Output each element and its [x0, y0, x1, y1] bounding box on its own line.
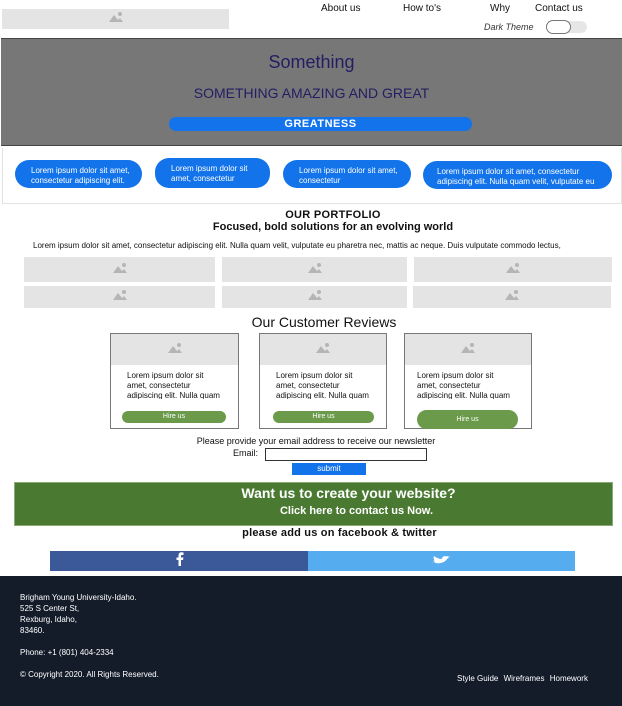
- address-line: Rexburg, Idaho,: [20, 615, 77, 624]
- submit-button[interactable]: submit: [292, 463, 366, 475]
- greatness-button[interactable]: GREATNESS: [169, 117, 472, 131]
- twitter-button[interactable]: [308, 551, 575, 571]
- social-prompt: please add us on facebook & twitter: [242, 527, 437, 539]
- twitter-icon: [431, 552, 453, 570]
- feature-pill-3[interactable]: Lorem ipsum dolor sit amet, consectetur: [283, 160, 411, 188]
- portfolio-subheading: Focused, bold solutions for an evolving …: [212, 221, 454, 233]
- portfolio-image[interactable]: [222, 257, 407, 282]
- address-line: 525 S Center St,: [20, 604, 80, 613]
- facebook-icon: [175, 551, 184, 571]
- toggle-knob: [546, 20, 571, 34]
- review-text: Lorem ipsum dolor sit amet, consectetur …: [417, 371, 510, 399]
- image-icon: [315, 341, 331, 359]
- facebook-button[interactable]: [50, 551, 308, 571]
- address-line: Brigham Young University-Idaho.: [20, 593, 137, 602]
- image-icon: [167, 341, 183, 359]
- portfolio-image[interactable]: [24, 286, 215, 308]
- email-label: Email:: [233, 448, 259, 458]
- site-footer: Brigham Young University-Idaho. 525 S Ce…: [0, 576, 622, 706]
- hero-title: Something: [268, 52, 355, 72]
- email-input[interactable]: [265, 448, 427, 461]
- banner-title: Want us to create your website?: [241, 485, 456, 501]
- review-image: [111, 334, 238, 365]
- dark-theme-label: Dark Theme: [484, 22, 534, 32]
- footer-copyright: © Copyright 2020. All Rights Reserved.: [20, 670, 159, 679]
- main-nav: About us How to's Why Contact us: [0, 0, 622, 20]
- newsletter-prompt: Please provide your email address to rec…: [196, 436, 436, 446]
- nav-about-us[interactable]: About us: [321, 3, 360, 14]
- nav-how-tos[interactable]: How to's: [403, 3, 441, 14]
- address-line: 83460.: [20, 626, 45, 635]
- image-icon: [307, 261, 323, 279]
- image-icon: [307, 288, 323, 306]
- footer-phone: Phone: +1 (801) 404-2334: [20, 648, 114, 657]
- image-icon: [504, 288, 520, 306]
- footer-links: Style Guide Wireframes Homework: [457, 674, 588, 683]
- banner-subtitle[interactable]: Click here to contact us Now.: [15, 505, 622, 517]
- portfolio-image[interactable]: [222, 286, 407, 308]
- review-text: Lorem ipsum dolor sit amet, consectetur …: [127, 371, 220, 399]
- footer-link-wireframes[interactable]: Wireframes: [504, 674, 545, 683]
- review-card: Lorem ipsum dolor sit amet, consectetur …: [259, 333, 387, 429]
- portfolio-image[interactable]: [414, 257, 612, 282]
- image-icon: [112, 288, 128, 306]
- review-card: Lorem ipsum dolor sit amet, consectetur …: [110, 333, 239, 429]
- review-card: Lorem ipsum dolor sit amet, consectetur …: [404, 333, 532, 429]
- hero-subtitle: SOMETHING AMAZING AND GREAT: [193, 85, 430, 101]
- portfolio-image[interactable]: [413, 286, 611, 308]
- review-text: Lorem ipsum dolor sit amet, consectetur …: [276, 371, 369, 399]
- feature-pill-4[interactable]: Lorem ipsum dolor sit amet, consectetur …: [423, 161, 612, 189]
- review-image: [260, 334, 386, 365]
- portfolio-intro: Lorem ipsum dolor sit amet, consectetur …: [33, 241, 561, 250]
- footer-link-homework[interactable]: Homework: [550, 674, 588, 683]
- footer-address: Brigham Young University-Idaho. 525 S Ce…: [20, 592, 137, 636]
- contact-banner[interactable]: Want us to create your website? Click he…: [14, 482, 613, 526]
- portfolio-heading: OUR PORTFOLIO: [285, 209, 381, 221]
- hire-us-button[interactable]: Hire us: [273, 411, 374, 423]
- image-icon: [505, 261, 521, 279]
- feature-pill-1[interactable]: Lorem ipsum dolor sit amet, consectetur …: [15, 160, 142, 188]
- footer-link-style-guide[interactable]: Style Guide: [457, 674, 498, 683]
- hero-section: Something SOMETHING AMAZING AND GREAT GR…: [1, 38, 622, 146]
- reviews-heading: Our Customer Reviews: [251, 314, 397, 330]
- portfolio-image[interactable]: [24, 257, 215, 282]
- feature-pill-2[interactable]: Lorem ipsum dolor sit amet, consectetur: [155, 158, 270, 188]
- dark-theme-toggle[interactable]: [546, 20, 587, 34]
- review-image: [405, 334, 531, 365]
- image-icon: [112, 261, 128, 279]
- image-icon: [460, 341, 476, 359]
- nav-why[interactable]: Why: [490, 3, 510, 14]
- nav-contact-us[interactable]: Contact us: [535, 3, 583, 14]
- hire-us-button[interactable]: Hire us: [417, 410, 518, 429]
- hire-us-button[interactable]: Hire us: [122, 411, 226, 423]
